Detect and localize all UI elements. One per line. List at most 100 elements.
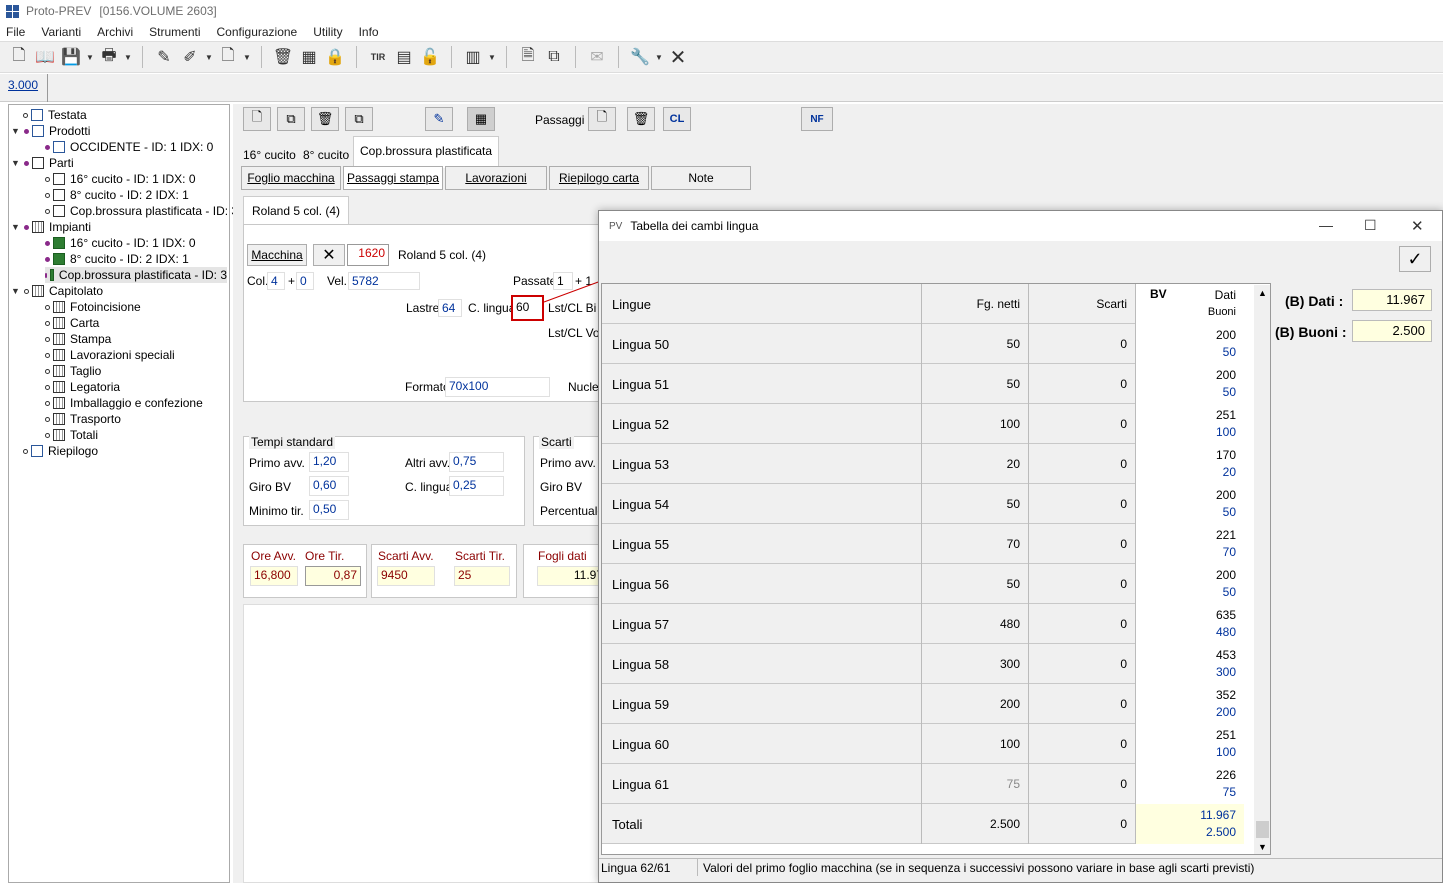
expand-chevron-icon[interactable]: ▼ — [11, 158, 21, 168]
minimo-tir-field[interactable]: 0,50 — [309, 500, 349, 520]
close-icon[interactable]: ✕ — [1411, 217, 1424, 235]
tab-8-cucito[interactable]: 8° cucito — [299, 142, 353, 168]
table-row[interactable]: Lingua 54 50 0 200 50 — [602, 484, 1244, 524]
pen-icon[interactable]: ✐ — [177, 44, 203, 70]
print-icon[interactable]: 🖶 — [96, 44, 122, 70]
doc-a-icon[interactable]: 🗎 — [515, 44, 541, 70]
wrench-dropdown-icon[interactable]: ▼ — [653, 44, 665, 70]
document-tab[interactable]: 3.000 — [8, 78, 38, 92]
tree-item-trasporto[interactable]: Trasporto — [45, 411, 121, 427]
menu-file[interactable]: File — [4, 25, 27, 39]
trash-icon[interactable]: 🗑 — [270, 44, 296, 70]
calendar-icon[interactable]: ▥ — [460, 44, 486, 70]
tree-item-impianti-16[interactable]: 16° cucito - ID: 1 IDX: 0 — [45, 235, 196, 251]
page-icon[interactable]: 🗋 — [215, 44, 241, 70]
cl-button[interactable]: CL — [663, 107, 691, 131]
tree-item-riepilogo[interactable]: Riepilogo — [23, 443, 98, 459]
tir-icon[interactable]: TIR — [365, 44, 391, 70]
primo-avv-field[interactable]: 1,20 — [309, 452, 349, 472]
vel-field[interactable]: 5782 — [348, 272, 420, 290]
tab-foglio-macchina[interactable]: Foglio macchina — [241, 166, 341, 190]
tree-item-parti[interactable]: ▼ Parti — [11, 155, 74, 171]
save-icon[interactable]: 💾 — [58, 44, 84, 70]
edit-icon[interactable]: ✎ — [151, 44, 177, 70]
fogli-dati-field[interactable]: 11.97 — [537, 566, 607, 586]
tab-riepilogo-carta[interactable]: Riepilogo carta — [549, 166, 649, 190]
lock2-icon[interactable]: 🔓 — [417, 44, 443, 70]
table-icon[interactable]: ▤ — [391, 44, 417, 70]
duplicate-pass-button[interactable]: ⧉ — [345, 107, 373, 131]
scroll-up-icon[interactable]: ▲ — [1254, 285, 1270, 301]
tree-item-legatoria[interactable]: Legatoria — [45, 379, 120, 395]
menu-info[interactable]: Info — [357, 25, 381, 39]
calendar-dropdown-icon[interactable]: ▼ — [486, 44, 498, 70]
expand-chevron-icon[interactable]: ▼ — [11, 126, 21, 136]
tree-item-impianti-8[interactable]: 8° cucito - ID: 2 IDX: 1 — [45, 251, 189, 267]
new-doc-icon[interactable]: 🗋 — [6, 44, 32, 70]
scarti-tir-field[interactable]: 25 — [454, 566, 510, 586]
tab-passaggi-stampa[interactable]: Passaggi stampa — [343, 166, 443, 190]
minimize-icon[interactable]: — — [1319, 217, 1333, 233]
table-row[interactable]: Lingua 55 70 0 221 70 — [602, 524, 1244, 564]
table-scrollbar[interactable]: ▲ ▼ — [1254, 285, 1270, 854]
close-icon[interactable]: ✕ — [665, 44, 691, 70]
expand-chevron-icon[interactable]: ▼ — [11, 286, 21, 296]
print-dropdown-icon[interactable]: ▼ — [122, 44, 134, 70]
new-pass-button[interactable]: 🗋 — [243, 107, 271, 131]
table-row[interactable]: Lingua 52 100 0 251 100 — [602, 404, 1244, 444]
delete-pass-button[interactable]: 🗑 — [311, 107, 339, 131]
table-row[interactable]: Lingua 56 50 0 200 50 — [602, 564, 1244, 604]
edit-button[interactable]: ✎ — [425, 107, 453, 131]
ore-avv-field[interactable]: 16,800 — [250, 566, 298, 586]
tree-item-impianti[interactable]: ▼ Impianti — [11, 219, 91, 235]
open-icon[interactable]: 📖 — [32, 44, 58, 70]
mail-icon[interactable]: ✉ — [584, 44, 610, 70]
tree-item-imballaggio[interactable]: Imballaggio e confezione — [45, 395, 203, 411]
table-row[interactable]: Lingua 61 75 0 226 75 — [602, 764, 1244, 804]
scarti-avv-field[interactable]: 9450 — [377, 566, 435, 586]
menu-utility[interactable]: Utility — [311, 25, 344, 39]
menu-varianti[interactable]: Varianti — [39, 25, 83, 39]
menu-configurazione[interactable]: Configurazione — [215, 25, 300, 39]
table-row[interactable]: Lingua 58 300 0 453 300 — [602, 644, 1244, 684]
calculator-icon[interactable]: ▦ — [296, 44, 322, 70]
tree-item-lavorazioni-speciali[interactable]: Lavorazioni speciali — [45, 347, 175, 363]
tab-note[interactable]: Note — [651, 166, 751, 190]
confirm-check-button[interactable]: ✓ — [1399, 246, 1431, 272]
tree-item-testata[interactable]: Testata — [23, 107, 87, 123]
tree-item-prodotti[interactable]: ▼ Prodotti — [11, 123, 90, 139]
tab-cop-brossura[interactable]: Cop.brossura plastificata — [353, 136, 500, 168]
tree-item-stampa[interactable]: Stampa — [45, 331, 111, 347]
clear-machine-icon[interactable]: ✕ — [313, 244, 345, 266]
col-field[interactable]: 4 — [267, 272, 285, 290]
menu-archivi[interactable]: Archivi — [95, 25, 135, 39]
table-row[interactable]: Lingua 60 100 0 251 100 — [602, 724, 1244, 764]
tree-item-occidente[interactable]: OCCIDENTE - ID: 1 IDX: 0 — [45, 139, 213, 155]
passaggi-delete-button[interactable]: 🗑 — [627, 107, 655, 131]
b-dati-field[interactable]: 11.967 — [1352, 289, 1432, 311]
tab-16-cucito[interactable]: 16° cucito — [239, 142, 300, 168]
giro-bv-field[interactable]: 0,60 — [309, 476, 349, 496]
lastre-field[interactable]: 64 — [438, 299, 462, 317]
b-buoni-field[interactable]: 2.500 — [1352, 320, 1432, 342]
tree-item-taglio[interactable]: Taglio — [45, 363, 101, 379]
page-dropdown-icon[interactable]: ▼ — [241, 44, 253, 70]
scroll-down-icon[interactable]: ▼ — [1254, 839, 1270, 854]
tree-item-carta[interactable]: Carta — [45, 315, 99, 331]
menu-strumenti[interactable]: Strumenti — [147, 25, 202, 39]
expand-chevron-icon[interactable]: ▼ — [11, 222, 21, 232]
lock-icon[interactable]: 🔒 — [322, 44, 348, 70]
docs-icon[interactable]: ⧉ — [541, 44, 567, 70]
table-row[interactable]: Lingua 57 480 0 635 480 — [602, 604, 1244, 644]
table-row[interactable]: Lingua 53 20 0 170 20 — [602, 444, 1244, 484]
maximize-icon[interactable]: ☐ — [1364, 217, 1377, 234]
machine-code-field[interactable]: 1620 — [347, 244, 389, 266]
table-row[interactable]: Lingua 59 200 0 352 200 — [602, 684, 1244, 724]
table-row[interactable]: Lingua 51 50 0 200 50 — [602, 364, 1244, 404]
c-lingua-field[interactable]: 0,25 — [449, 476, 504, 496]
tree-item-capitolato[interactable]: ▼ Capitolato — [11, 283, 103, 299]
tree-item-parti-8[interactable]: 8° cucito - ID: 2 IDX: 1 — [45, 187, 189, 203]
copy-pass-button[interactable]: ⧉ — [277, 107, 305, 131]
tree-item-parti-cop[interactable]: Cop.brossura plastificata - ID: 3 — [45, 203, 238, 219]
altri-avv-field[interactable]: 0,75 — [449, 452, 504, 472]
